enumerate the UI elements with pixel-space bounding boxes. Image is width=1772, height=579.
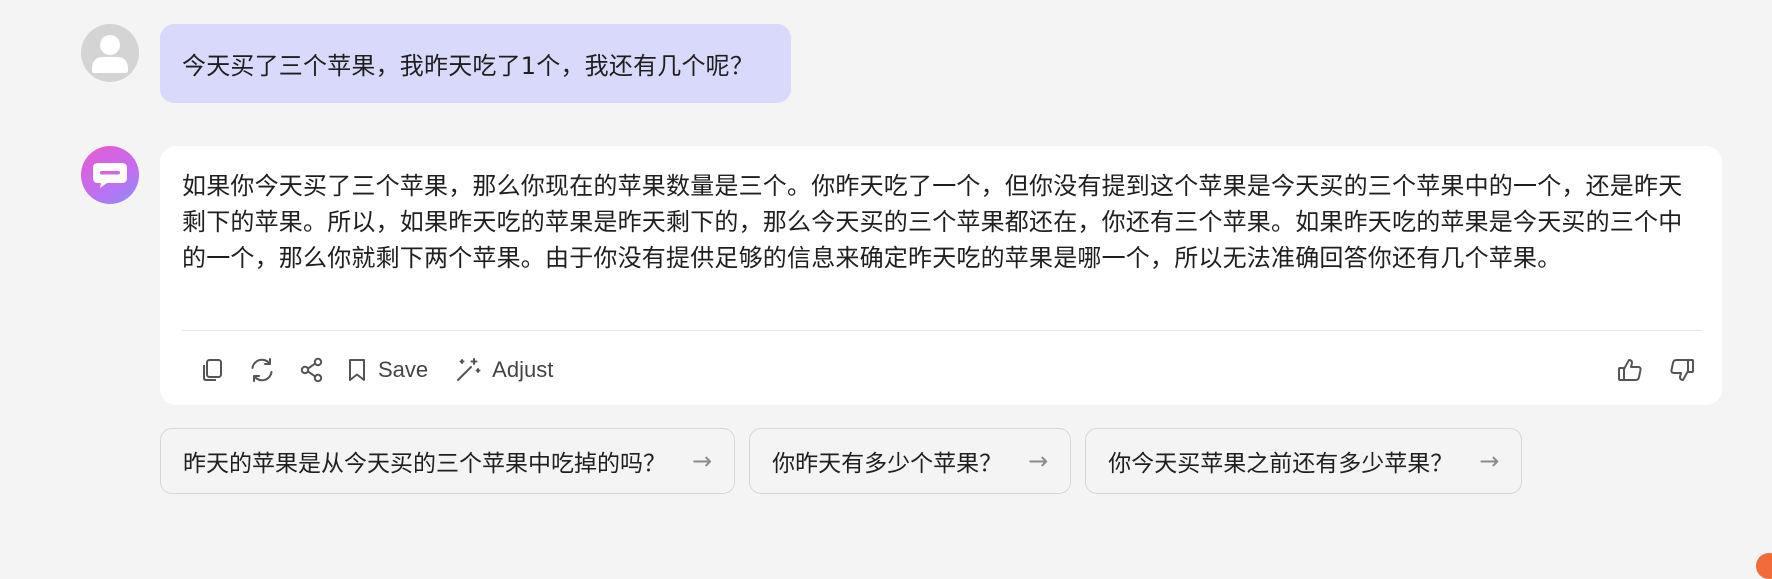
adjust-label: Adjust bbox=[492, 357, 554, 382]
user-avatar bbox=[81, 24, 139, 82]
user-message-text: 今天买了三个苹果，我昨天吃了1个，我还有几个呢？ bbox=[182, 52, 755, 80]
suggestion-text: 你今天买苹果之前还有多少苹果？ bbox=[1108, 451, 1454, 477]
arrow-right-icon: → bbox=[692, 447, 713, 475]
suggestion-chip[interactable]: 你昨天有多少个苹果？ → bbox=[749, 428, 1072, 494]
user-icon bbox=[92, 35, 128, 73]
bot-message-text: 如果你今天买了三个苹果，那么你现在的苹果数量是三个。你昨天吃了一个，但你没有提到… bbox=[182, 172, 1683, 272]
share-button[interactable] bbox=[292, 350, 332, 390]
suggestion-text: 昨天的苹果是从今天买的三个苹果中吃掉的吗？ bbox=[183, 451, 666, 477]
message-divider bbox=[182, 330, 1702, 331]
magic-wand-icon bbox=[457, 358, 481, 381]
suggestion-chip[interactable]: 昨天的苹果是从今天买的三个苹果中吃掉的吗？ → bbox=[160, 428, 736, 494]
arrow-right-icon: → bbox=[1479, 447, 1500, 475]
share-icon bbox=[300, 357, 323, 383]
adjust-button[interactable]: Adjust bbox=[450, 350, 557, 390]
save-label: Save bbox=[378, 357, 429, 382]
bookmark-icon bbox=[349, 359, 365, 381]
bot-message-card: 如果你今天买了三个苹果，那么你现在的苹果数量是三个。你昨天吃了一个，但你没有提到… bbox=[160, 146, 1722, 405]
copy-icon bbox=[203, 359, 222, 381]
suggestion-chip[interactable]: 你今天买苹果之前还有多少苹果？ → bbox=[1085, 428, 1523, 494]
user-message-bubble: 今天买了三个苹果，我昨天吃了1个，我还有几个呢？ bbox=[160, 24, 791, 103]
thumbs-down-icon bbox=[1670, 359, 1694, 381]
feedback-bar bbox=[1598, 350, 1702, 390]
refresh-icon bbox=[251, 358, 273, 382]
regenerate-button[interactable] bbox=[242, 350, 282, 390]
suggestion-text: 你昨天有多少个苹果？ bbox=[772, 451, 1003, 477]
save-button[interactable]: Save bbox=[342, 350, 432, 390]
like-button[interactable] bbox=[1610, 350, 1650, 390]
floating-action-button[interactable] bbox=[1756, 553, 1772, 579]
dislike-button[interactable] bbox=[1662, 350, 1702, 390]
copy-button[interactable] bbox=[192, 350, 232, 390]
thumbs-up-icon bbox=[1618, 359, 1642, 381]
suggested-questions: 昨天的苹果是从今天买的三个苹果中吃掉的吗？ → 你昨天有多少个苹果？ → 你今天… bbox=[160, 428, 1536, 494]
message-action-bar: Save Adjust bbox=[192, 350, 575, 390]
arrow-right-icon: → bbox=[1028, 447, 1049, 475]
chat-bubble-logo-icon bbox=[93, 163, 127, 188]
bot-avatar bbox=[81, 146, 139, 204]
